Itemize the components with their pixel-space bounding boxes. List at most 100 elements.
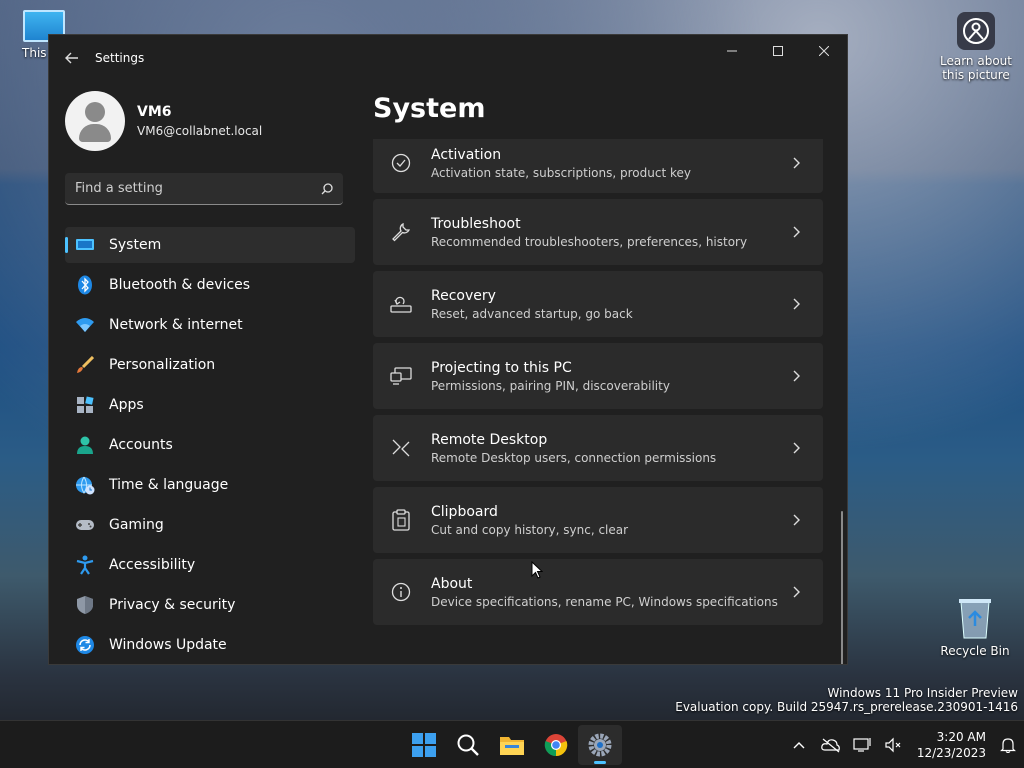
info-icon bbox=[389, 580, 413, 604]
desktop-icon-learn-about-picture[interactable]: Learn about this picture bbox=[940, 12, 1012, 82]
brush-icon bbox=[75, 355, 95, 375]
sidebar-item-windows-update[interactable]: Windows Update bbox=[65, 627, 355, 663]
back-button[interactable] bbox=[49, 35, 95, 81]
sidebar-item-label: Network & internet bbox=[109, 317, 243, 333]
profile-name: VM6 bbox=[137, 104, 172, 120]
search-icon bbox=[457, 734, 479, 756]
cloud-off-icon bbox=[821, 738, 840, 753]
profile-email: VM6@collabnet.local bbox=[137, 124, 263, 138]
accessibility-icon bbox=[75, 555, 95, 575]
card-description: Remote Desktop users, connection permiss… bbox=[431, 450, 717, 465]
search-input[interactable] bbox=[75, 181, 321, 196]
notifications-button[interactable] bbox=[992, 725, 1024, 765]
watermark-line-2: Evaluation copy. Build 25947.rs_prerelea… bbox=[675, 700, 1018, 714]
apps-icon bbox=[75, 395, 95, 415]
settings-icon bbox=[588, 733, 612, 757]
chevron-right-icon bbox=[787, 442, 807, 454]
sidebar-item-system[interactable]: System bbox=[65, 227, 355, 263]
title-bar[interactable]: Settings bbox=[49, 35, 847, 81]
gamepad-icon bbox=[75, 515, 95, 535]
sidebar-item-time-language[interactable]: Time & language bbox=[65, 467, 355, 503]
bluetooth-icon bbox=[75, 275, 95, 295]
file-explorer-icon bbox=[500, 737, 524, 755]
minimize-icon bbox=[727, 50, 737, 52]
bell-icon bbox=[1000, 738, 1016, 753]
card-title: Recovery bbox=[431, 287, 496, 304]
network-status-button[interactable] bbox=[847, 725, 879, 765]
settings-taskbar-button[interactable] bbox=[578, 725, 622, 765]
sidebar-item-bluetooth[interactable]: Bluetooth & devices bbox=[65, 267, 355, 303]
start-button[interactable] bbox=[402, 725, 446, 765]
avatar bbox=[65, 91, 125, 151]
wrench-icon bbox=[389, 220, 413, 244]
system-icon bbox=[75, 235, 95, 255]
card-clipboard[interactable]: Clipboard Cut and copy history, sync, cle… bbox=[373, 487, 823, 553]
scrollbar[interactable] bbox=[841, 511, 843, 664]
search-icon[interactable] bbox=[321, 182, 333, 195]
sidebar-item-gaming[interactable]: Gaming bbox=[65, 507, 355, 543]
search-box[interactable] bbox=[65, 173, 343, 205]
show-hidden-icons-button[interactable] bbox=[783, 725, 815, 765]
card-title: Remote Desktop bbox=[431, 431, 548, 448]
chevron-up-icon bbox=[793, 742, 805, 749]
card-title: Activation bbox=[431, 146, 502, 163]
chevron-right-icon bbox=[787, 370, 807, 382]
card-title: Clipboard bbox=[431, 503, 498, 520]
sidebar-item-personalization[interactable]: Personalization bbox=[65, 347, 355, 383]
card-recovery[interactable]: Recovery Reset, advanced startup, go back bbox=[373, 271, 823, 337]
card-description: Permissions, pairing PIN, discoverabilit… bbox=[431, 378, 670, 393]
card-description: Activation state, subscriptions, product… bbox=[431, 165, 691, 180]
card-title: Projecting to this PC bbox=[431, 359, 572, 376]
card-title: Troubleshoot bbox=[431, 215, 521, 232]
start-icon bbox=[412, 733, 436, 757]
back-arrow-icon bbox=[65, 52, 78, 64]
card-troubleshoot[interactable]: Troubleshoot Recommended troubleshooters,… bbox=[373, 199, 823, 265]
clock-date: 12/23/2023 bbox=[916, 746, 986, 760]
sidebar-item-accounts[interactable]: Accounts bbox=[65, 427, 355, 463]
sidebar-item-label: Privacy & security bbox=[109, 597, 236, 613]
nav-list: System Bluetooth & devices Network & int… bbox=[49, 227, 359, 663]
clipboard-icon bbox=[389, 508, 413, 532]
card-projecting[interactable]: Projecting to this PC Permissions, pairin… bbox=[373, 343, 823, 409]
chevron-right-icon bbox=[787, 298, 807, 310]
clock[interactable]: 3:20 AM 12/23/2023 bbox=[911, 729, 992, 761]
projecting-icon bbox=[389, 364, 413, 388]
desktop-icon-recycle-bin[interactable]: Recycle Bin bbox=[940, 596, 1010, 658]
tray-app-icon[interactable] bbox=[815, 725, 847, 765]
sidebar-item-label: Accounts bbox=[109, 437, 173, 453]
card-remote-desktop[interactable]: Remote Desktop Remote Desktop users, conn… bbox=[373, 415, 823, 481]
chrome-button[interactable] bbox=[534, 725, 578, 765]
sidebar-item-accessibility[interactable]: Accessibility bbox=[65, 547, 355, 583]
card-description: Reset, advanced startup, go back bbox=[431, 306, 633, 321]
card-description: Device specifications, rename PC, Window… bbox=[431, 594, 778, 609]
wifi-icon bbox=[75, 315, 95, 335]
sidebar-item-label: Personalization bbox=[109, 357, 216, 373]
sidebar-item-privacy[interactable]: Privacy & security bbox=[65, 587, 355, 623]
sidebar-item-label: Gaming bbox=[109, 517, 164, 533]
windows-watermark: Windows 11 Pro Insider Preview Evaluatio… bbox=[675, 686, 1018, 714]
maximize-button[interactable] bbox=[755, 36, 801, 66]
system-tray: 3:20 AM 12/23/2023 bbox=[783, 721, 1024, 768]
globe-clock-icon bbox=[75, 475, 95, 495]
minimize-button[interactable] bbox=[709, 36, 755, 66]
sidebar-item-network[interactable]: Network & internet bbox=[65, 307, 355, 343]
card-about[interactable]: About Device specifications, rename PC, W… bbox=[373, 559, 823, 625]
page-title: System bbox=[373, 93, 486, 124]
chrome-icon bbox=[544, 734, 568, 757]
desktop-icon-label: Learn about this picture bbox=[940, 54, 1012, 82]
taskbar: 3:20 AM 12/23/2023 bbox=[0, 720, 1024, 768]
taskbar-search-button[interactable] bbox=[446, 725, 490, 765]
volume-button[interactable] bbox=[879, 725, 911, 765]
card-activation[interactable]: Activation Activation state, subscription… bbox=[373, 139, 823, 193]
desktop-icon-label: Recycle Bin bbox=[940, 644, 1010, 658]
close-button[interactable] bbox=[801, 36, 847, 66]
user-profile[interactable]: VM6 VM6@collabnet.local bbox=[49, 81, 359, 161]
shield-icon bbox=[75, 595, 95, 615]
file-explorer-button[interactable] bbox=[490, 725, 534, 765]
sidebar-item-label: Accessibility bbox=[109, 557, 196, 573]
maximize-icon bbox=[773, 46, 783, 56]
sidebar-item-label: Bluetooth & devices bbox=[109, 277, 251, 293]
sidebar-item-label: System bbox=[109, 237, 162, 253]
sidebar-item-apps[interactable]: Apps bbox=[65, 387, 355, 423]
card-description: Cut and copy history, sync, clear bbox=[431, 522, 629, 537]
